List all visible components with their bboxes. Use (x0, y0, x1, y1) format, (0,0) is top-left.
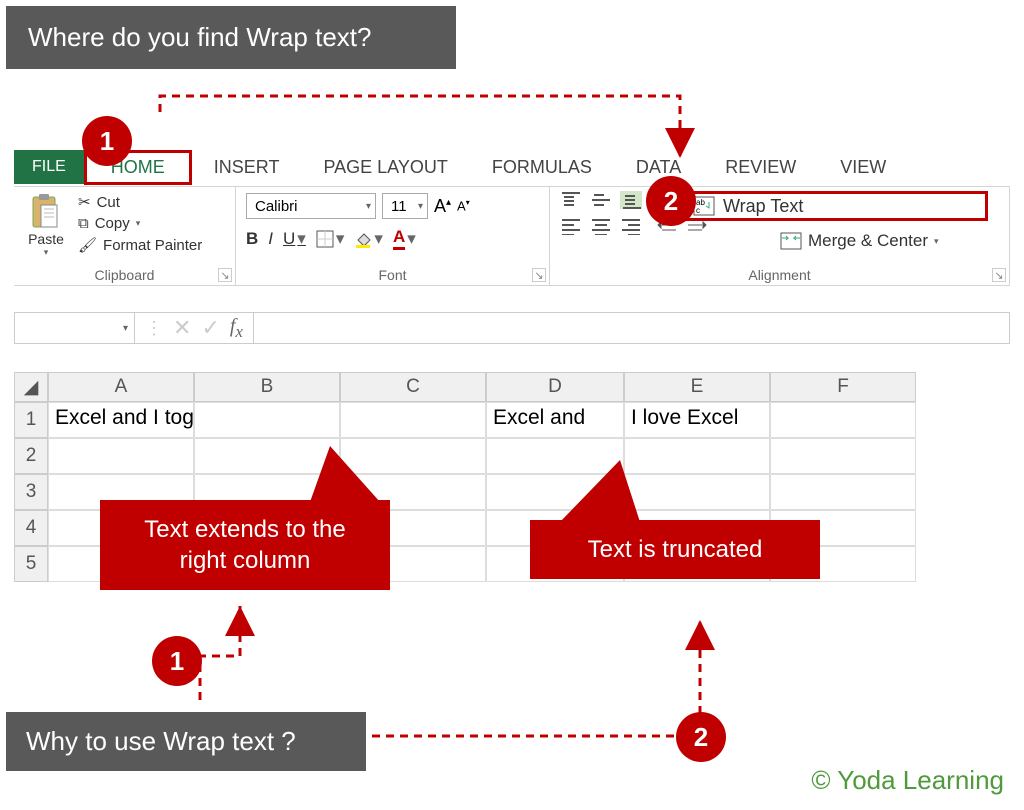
clipboard-launcher[interactable]: ↘ (218, 268, 232, 282)
format-painter-button[interactable]: 🖌Format Painter (78, 236, 202, 254)
col-header-A[interactable]: A (48, 372, 194, 402)
font-name-combo[interactable]: Calibri▾ (246, 193, 376, 219)
copy-icon: ⧉ (78, 215, 89, 232)
cell-F1[interactable] (770, 402, 916, 438)
align-left-icon[interactable] (560, 217, 582, 235)
ribbon-body: Paste ▾ ✂Cut ⧉Copy ▾ 🖌Format Painter Cli… (14, 186, 1010, 286)
cell-F2[interactable] (770, 438, 916, 474)
clipboard-group-label: Clipboard (14, 266, 235, 285)
paste-button[interactable]: Paste ▾ (20, 191, 72, 258)
row-header-5[interactable]: 5 (14, 546, 48, 582)
group-font: Calibri▾ 11▾ A▴ A▾ B I U▾ ▾ ▾ A▾ Font ↘ (236, 187, 550, 285)
cell-A1[interactable]: Excel and I together forever. (48, 402, 194, 438)
tab-review[interactable]: REVIEW (703, 152, 818, 183)
cell-D1[interactable]: Excel and (486, 402, 624, 438)
align-center-icon[interactable] (590, 217, 612, 235)
border-button[interactable]: ▾ (316, 229, 345, 249)
callout-truncated: Text is truncated (530, 520, 820, 579)
align-bottom-icon[interactable] (620, 191, 642, 209)
cell-B1[interactable] (194, 402, 340, 438)
font-launcher[interactable]: ↘ (532, 268, 546, 282)
scissors-icon: ✂ (78, 193, 91, 211)
step-circle-1-bottom: 1 (152, 636, 202, 686)
tab-insert[interactable]: INSERT (192, 152, 302, 183)
cell-C1[interactable] (340, 402, 486, 438)
col-header-D[interactable]: D (486, 372, 624, 402)
align-top-icon[interactable] (560, 191, 582, 209)
row-header-1[interactable]: 1 (14, 402, 48, 438)
name-box[interactable]: ▾ (15, 313, 135, 343)
tab-file[interactable]: FILE (14, 150, 84, 184)
clipboard-icon (29, 193, 63, 231)
copy-button[interactable]: ⧉Copy ▾ (78, 215, 202, 232)
tab-formulas[interactable]: FORMULAS (470, 152, 614, 183)
merge-icon (780, 232, 802, 250)
annotation-question-bottom: Why to use Wrap text ? (6, 712, 366, 771)
underline-button[interactable]: U▾ (283, 229, 306, 249)
step-circle-1-top: 1 (82, 116, 132, 166)
bucket-icon (354, 230, 372, 248)
col-header-F[interactable]: F (770, 372, 916, 402)
font-group-label: Font (236, 266, 549, 285)
step-circle-2-bottom: 2 (676, 712, 726, 762)
col-header-E[interactable]: E (624, 372, 770, 402)
cell-E1[interactable]: I love Excel (624, 402, 770, 438)
align-right-icon[interactable] (620, 217, 642, 235)
shrink-font-icon[interactable]: A▾ (457, 198, 470, 213)
brush-icon: 🖌 (78, 236, 97, 254)
group-alignment: ab abc Wrap Text Merge & Center ▾ (550, 187, 1010, 285)
col-header-C[interactable]: C (340, 372, 486, 402)
copyright: © Yoda Learning (811, 765, 1004, 796)
wrap-text-button[interactable]: abc Wrap Text (682, 191, 988, 221)
italic-button[interactable]: I (268, 229, 273, 249)
row-header-2[interactable]: 2 (14, 438, 48, 474)
ribbon-tabs: FILE HOME INSERT PAGE LAYOUT FORMULAS DA… (14, 150, 908, 184)
paste-label: Paste (28, 231, 64, 247)
bold-button[interactable]: B (246, 229, 258, 249)
row-header-3[interactable]: 3 (14, 474, 48, 510)
merge-center-button[interactable]: Merge & Center ▾ (780, 231, 939, 251)
step-circle-2-top: 2 (646, 176, 696, 226)
callout-extends: Text extends to the right column (100, 500, 390, 590)
fx-icon[interactable]: fx (230, 315, 243, 342)
cell-F3[interactable] (770, 474, 916, 510)
grow-font-icon[interactable]: A▴ (434, 196, 451, 217)
fill-color-button[interactable]: ▾ (354, 229, 383, 249)
alignment-launcher[interactable]: ↘ (992, 268, 1006, 282)
canvas: Where do you find Wrap text? 1 2 1 2 FIL… (0, 0, 1024, 810)
cell-A2[interactable] (48, 438, 194, 474)
select-all-corner[interactable]: ◢ (14, 372, 48, 402)
col-header-B[interactable]: B (194, 372, 340, 402)
svg-text:c: c (696, 206, 700, 215)
cancel-icon[interactable]: ✕ (173, 315, 191, 341)
border-icon (316, 230, 334, 248)
annotation-question-top: Where do you find Wrap text? (6, 6, 456, 69)
formula-bar: ▾ ⋮ ✕ ✓ fx (14, 312, 1010, 344)
row-header-4[interactable]: 4 (14, 510, 48, 546)
cell-E2[interactable] (624, 438, 770, 474)
font-color-button[interactable]: A▾ (393, 227, 416, 250)
alignment-group-label: Alignment (550, 266, 1009, 285)
font-size-combo[interactable]: 11▾ (382, 193, 428, 219)
wrap-text-icon: abc (693, 196, 715, 216)
align-middle-icon[interactable] (590, 191, 612, 209)
formula-input[interactable] (253, 313, 1009, 343)
enter-icon[interactable]: ✓ (201, 315, 219, 341)
tab-view[interactable]: VIEW (818, 152, 908, 183)
tab-page-layout[interactable]: PAGE LAYOUT (301, 152, 469, 183)
cell-E3[interactable] (624, 474, 770, 510)
group-clipboard: Paste ▾ ✂Cut ⧉Copy ▾ 🖌Format Painter Cli… (14, 187, 236, 285)
cut-button[interactable]: ✂Cut (78, 193, 202, 211)
